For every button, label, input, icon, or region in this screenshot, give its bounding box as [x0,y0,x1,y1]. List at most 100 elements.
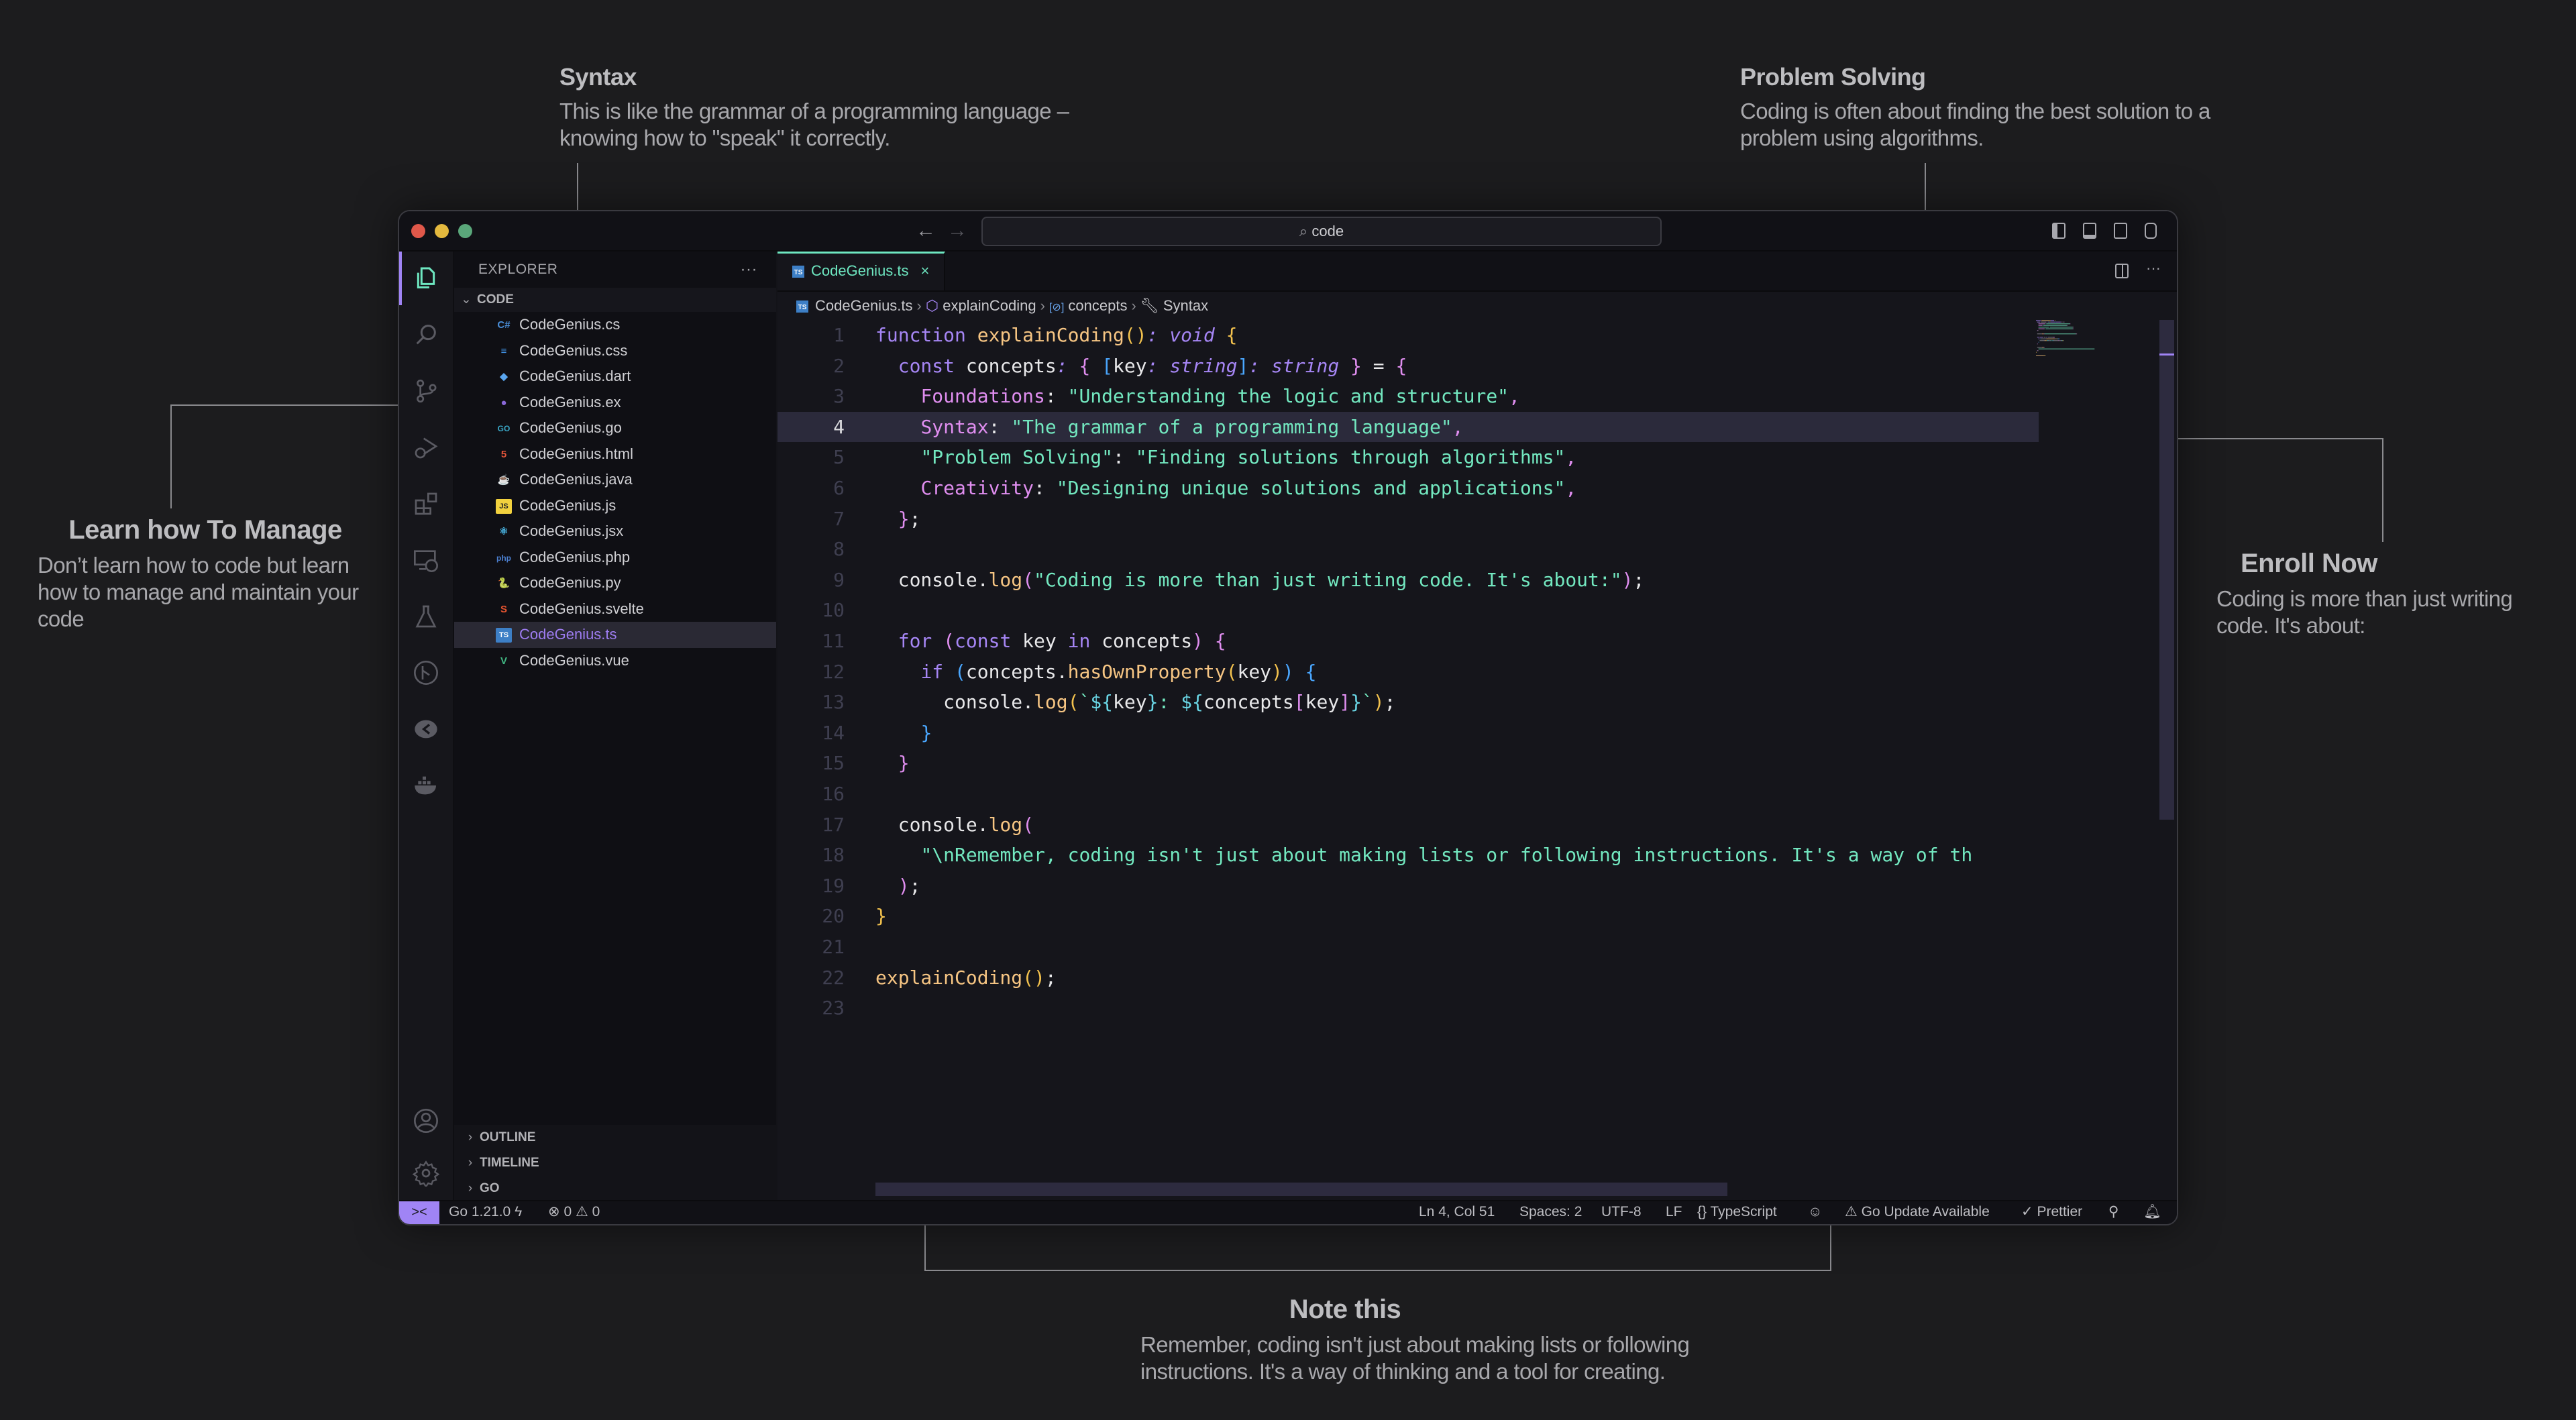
file-item[interactable]: ≡ CodeGenius.css [454,338,776,364]
minimap-token [2061,340,2062,341]
remote-indicator[interactable]: >< [399,1201,439,1224]
file-item[interactable]: php CodeGenius.php [454,545,776,571]
code-line: 8 [777,534,2177,565]
file-item[interactable]: ⚛ CodeGenius.jsx [454,518,776,545]
editor-area: TS CodeGenius.ts × ··· TS CodeGenius.ts › ⬡ e… [777,252,2177,1201]
minimap-token [2045,323,2046,325]
extensions-icon[interactable] [413,490,439,517]
code-line: 16 [777,779,2177,810]
testing-icon[interactable] [413,603,439,630]
toggle-primary-sidebar-icon[interactable] [2052,223,2065,239]
copilot-icon[interactable]: ☺ [1808,1201,1822,1223]
code-token: ) [1621,568,1633,591]
minimap-token [2038,323,2045,325]
folder-code[interactable]: ⌄ CODE [454,288,776,312]
explorer-title: EXPLORER [478,262,558,277]
code-line: 22 explainCoding(); [777,963,2177,993]
breadcrumb-variable[interactable]: concepts [1068,297,1127,314]
explorer-icon[interactable] [413,265,439,292]
chevron-right-icon: › [468,1130,473,1144]
connector-line [1925,163,1926,210]
tab-codegenius-ts[interactable]: TS CodeGenius.ts × [777,252,945,290]
annotation-body: Remember, coding isn't just about making… [1140,1332,1690,1384]
annotation-title: Problem Solving [1740,63,1926,91]
cursor-position[interactable]: Ln 4, Col 51 [1419,1201,1495,1223]
section-timeline[interactable]: › TIMELINE [454,1150,776,1176]
code-editor[interactable]: 1 function explainCoding(): void {2 const… [777,320,2177,1201]
arrow-right-icon[interactable]: → [947,219,967,242]
annotation-body: Coding is often about finding the best s… [1740,99,2210,150]
breadcrumb-property[interactable]: Syntax [1163,297,1208,314]
check-icon: ✓ [2021,1204,2033,1219]
go-version[interactable]: Go 1.21.0 ϟ [449,1201,522,1223]
toggle-panel-icon[interactable] [2083,223,2096,239]
arrow-left-icon[interactable]: ← [916,219,936,242]
file-type-icon: 5 [500,448,507,460]
file-name: CodeGenius.vue [519,651,629,669]
file-item[interactable]: GO CodeGenius.go [454,415,776,441]
file-item[interactable]: ☕ CodeGenius.java [454,467,776,493]
accounts-icon[interactable] [413,1107,439,1134]
prettier[interactable]: ✓ Prettier [2021,1201,2082,1223]
git-graph-icon[interactable] [413,659,439,686]
source-control-icon[interactable] [413,378,439,404]
section-go[interactable]: › GO [454,1176,776,1201]
code-token: ] [1339,691,1351,714]
search-icon[interactable] [413,321,439,348]
code-token: { [1226,324,1238,346]
file-item[interactable]: S CodeGenius.svelte [454,596,776,622]
language-mode[interactable]: {} TypeScript [1697,1201,1777,1223]
line-number: 16 [822,783,845,805]
go-update[interactable]: ⚠ Go Update Available [1845,1201,1990,1223]
file-item[interactable]: ● CodeGenius.ex [454,390,776,416]
file-item[interactable]: C# CodeGenius.cs [454,312,776,338]
code-line: 11 for (const key in concepts) { [777,626,2177,657]
command-center-search[interactable]: ⌕ code [981,217,1662,246]
file-item[interactable]: JS CodeGenius.js [454,493,776,519]
customize-layout-icon[interactable] [2145,223,2157,239]
more-actions-icon[interactable]: ··· [741,252,757,288]
file-item[interactable]: 5 CodeGenius.html [454,441,776,468]
encoding[interactable]: UTF-8 [1601,1201,1642,1223]
file-item[interactable]: ◆ CodeGenius.dart [454,364,776,390]
code-token: { [1079,354,1102,377]
minimize-window-button[interactable] [435,224,449,238]
notifications-bell-icon[interactable]: 🔔︎ [2143,1201,2161,1223]
line-number: 9 [833,568,845,591]
split-editor-icon[interactable] [2115,264,2129,278]
annotation-title: Note this [1289,1295,1401,1324]
vertical-scrollbar[interactable] [2159,320,2174,820]
error-icon: ⊗ [548,1204,560,1219]
connector-line [2178,438,2383,439]
run-debug-icon[interactable] [413,434,439,461]
horizontal-scrollbar[interactable] [875,1183,1727,1196]
close-tab-icon[interactable]: × [921,262,930,279]
minimap[interactable] [2036,320,2163,360]
close-window-button[interactable] [411,224,425,238]
toggle-secondary-sidebar-icon[interactable] [2114,223,2127,239]
code-token: key [1113,691,1147,714]
problems-indicator[interactable]: ⊗ 0 ⚠ 0 [548,1201,600,1223]
docker-icon[interactable] [413,772,439,799]
file-item[interactable]: 🐍 CodeGenius.py [454,570,776,596]
annotation-body: Coding is more than just writing code. It… [2216,586,2513,638]
file-item[interactable]: V CodeGenius.vue [454,648,776,674]
manage-gear-icon[interactable] [412,1160,440,1189]
file-item[interactable]: TS CodeGenius.ts [454,622,776,648]
feedback-icon[interactable]: ⚲ [2108,1201,2118,1223]
indentation[interactable]: Spaces: 2 [1519,1201,1582,1223]
search-text: code [1311,223,1344,239]
end-of-line[interactable]: LF [1666,1201,1682,1223]
line-number: 23 [822,997,845,1020]
live-share-icon[interactable] [413,716,439,743]
maximize-window-button[interactable] [458,224,472,238]
breadcrumb-file[interactable]: CodeGenius.ts [815,297,913,314]
editor-more-actions-icon[interactable]: ··· [2146,260,2161,277]
section-outline[interactable]: › OUTLINE [454,1125,776,1150]
sidebar-collapsed-sections: › OUTLINE › TIMELINE › GO [454,1125,776,1201]
breadcrumb-function[interactable]: explainCoding [943,297,1036,314]
code-token: ] [1237,354,1249,377]
minimap-token [2037,350,2039,351]
remote-explorer-icon[interactable] [413,547,439,574]
